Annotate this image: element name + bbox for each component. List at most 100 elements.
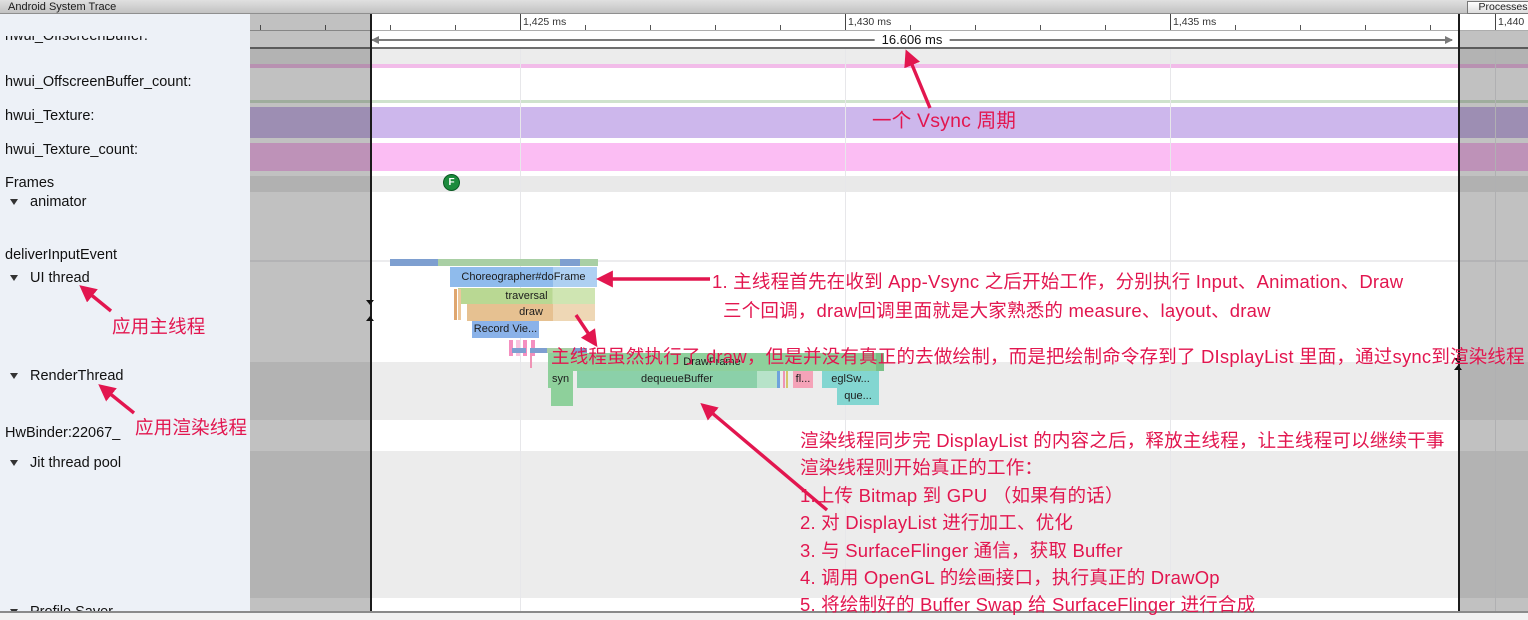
slice-choreographer-doframe[interactable]: Choreographer#doFrame	[450, 267, 597, 287]
ruler-minor-tick	[715, 25, 716, 30]
window-title: Android System Trace	[8, 1, 116, 13]
annotation-draw-note: 主线程虽然执行了 draw，但是并没有真正的去做绘制，而是把绘制命令存到了 DI…	[551, 343, 1525, 369]
collapse-triangle-icon[interactable]	[10, 275, 18, 281]
small-slice[interactable]	[551, 388, 573, 406]
sidebar-item-label: RenderThread	[30, 368, 124, 384]
ruler-minor-tick	[1235, 25, 1236, 30]
ruler-divider-heavy	[250, 47, 1528, 49]
ruler-minor-tick	[1365, 25, 1366, 30]
annotation-render-work-line: 5. 将绘制好的 Buffer Swap 给 SurfaceFlinger 进行…	[800, 591, 1255, 617]
sidebar-item-hwui-offscreenbuffer-[interactable]: hwui_OffscreenBuffer:	[0, 36, 250, 53]
ruler-tick-label: 1,440	[1498, 16, 1524, 28]
measurement-arrowhead-right	[1445, 36, 1453, 44]
measurement-duration-label: 16.606 ms	[875, 32, 950, 47]
ruler-tick-label: 1,435 ms	[1173, 16, 1216, 28]
sidebar-item-hwui-texture-count-[interactable]: hwui_Texture_count:	[0, 142, 250, 159]
ruler-divider	[250, 30, 1528, 31]
ui-thread-state-running[interactable]	[438, 259, 560, 266]
annotation-render-work-line: 3. 与 SurfaceFlinger 通信，获取 Buffer	[800, 537, 1123, 563]
ruler-major-tick	[1495, 14, 1496, 30]
ruler-minor-tick	[455, 25, 456, 30]
sidebar-item-label: animator	[30, 194, 86, 210]
renderthread-state[interactable]	[530, 348, 547, 353]
annotation-app-render-thread: 应用渲染线程	[135, 414, 247, 440]
slice-record-vie-[interactable]: Record Vie...	[472, 321, 539, 338]
slice-eglsw-[interactable]: eglSw...	[822, 371, 879, 388]
sidebar-item-animator[interactable]: animator	[0, 194, 250, 211]
sidebar-item-frames[interactable]: Frames	[0, 175, 250, 192]
small-slice[interactable]	[530, 353, 532, 368]
slice-que-[interactable]: que...	[837, 388, 879, 405]
ruler-major-tick	[845, 14, 846, 30]
renderthread-state[interactable]	[512, 348, 526, 353]
hwui-texture-count-counter	[250, 143, 1528, 171]
collapse-triangle-icon[interactable]	[10, 460, 18, 466]
hwui-offscreenbuffer-row	[250, 49, 1528, 64]
major-gridline	[1170, 49, 1171, 611]
outside-selection-overlay-left	[250, 14, 370, 611]
sidebar-item-renderthread[interactable]: RenderThread	[0, 368, 250, 385]
ruler-tick-label: 1,425 ms	[523, 16, 566, 28]
sidebar-item-label: UI thread	[30, 270, 90, 286]
sidebar-item-label: hwui_OffscreenBuffer:	[5, 36, 148, 44]
selection-grip-icon[interactable]	[366, 316, 374, 321]
ui-thread-state-runnable[interactable]	[390, 259, 438, 266]
frames-row	[250, 176, 1528, 192]
sidebar-item-label: hwui_Texture:	[5, 108, 94, 124]
ruler-minor-tick	[1300, 25, 1301, 30]
ruler-minor-tick	[390, 25, 391, 30]
sidebar-item-hwui-texture-[interactable]: hwui_Texture:	[0, 108, 250, 125]
ruler-tick-label: 1,430 ms	[848, 16, 891, 28]
ruler-minor-tick	[1430, 25, 1431, 30]
ruler-minor-tick	[780, 25, 781, 30]
annotation-main-thread-line1: 1. 主线程首先在收到 App-Vsync 之后开始工作，分别执行 Input、…	[712, 268, 1403, 294]
annotation-main-thread-line2: 三个回调，draw回调里面就是大家熟悉的 measure、layout、draw	[723, 297, 1271, 323]
selection-grip-icon[interactable]	[366, 300, 374, 305]
sidebar-item-deliverinputevent[interactable]: deliverInputEvent	[0, 247, 250, 264]
small-slice[interactable]	[786, 371, 788, 388]
small-slice[interactable]	[783, 371, 785, 388]
outside-selection-overlay-right	[1458, 31, 1528, 611]
window-bottom-strip	[0, 613, 1528, 620]
sidebar-item-jit-thread-pool[interactable]: Jit thread pool	[0, 455, 250, 472]
sidebar-item-label: Jit thread pool	[30, 455, 121, 471]
selection-boundary-right[interactable]	[1458, 14, 1460, 611]
frame-marker-icon[interactable]: F	[443, 174, 460, 191]
collapse-triangle-icon[interactable]	[10, 199, 18, 205]
ruler-minor-tick	[1040, 25, 1041, 30]
annotation-render-work-line: 4. 调用 OpenGL 的绘画接口，执行真正的 DrawOp	[800, 564, 1220, 590]
slice-draw[interactable]: draw	[467, 304, 595, 321]
sidebar-item-hwui-offscreenbuffer-count-[interactable]: hwui_OffscreenBuffer_count:	[0, 74, 250, 91]
ui-thread-state-runnable[interactable]	[560, 259, 580, 266]
slice-traversal[interactable]: traversal	[458, 288, 595, 304]
annotation-render-work-line: 渲染线程同步完 DisplayList 的内容之后，释放主线程，让主线程可以继续…	[800, 427, 1445, 453]
hwui-offscreenbuffer-counter	[250, 64, 1528, 68]
sidebar-item-label: HwBinder:22067_	[5, 425, 120, 441]
slice-dequeuebuffer[interactable]: dequeueBuffer	[577, 371, 777, 388]
ruler-minor-tick	[975, 25, 976, 30]
ruler-minor-tick	[910, 25, 911, 30]
slice-syn[interactable]: syn	[548, 371, 573, 388]
annotation-render-work-line: 2. 对 DisplayList 进行加工、优化	[800, 509, 1073, 535]
annotation-vsync-period: 一个 Vsync 周期	[872, 104, 1016, 133]
processes-button[interactable]: Processes	[1467, 1, 1528, 14]
annotation-render-work-line: 1.上传 Bitmap 到 GPU （如果有的话）	[800, 482, 1124, 508]
sidebar-item-label: hwui_OffscreenBuffer_count:	[5, 74, 191, 90]
title-bar: Android System Trace Processes	[0, 0, 1528, 14]
ui-thread-state-running[interactable]	[580, 259, 598, 266]
ruler-minor-tick	[585, 25, 586, 30]
hwui-offscreenbuffer-count-counter	[250, 100, 1528, 103]
sidebar-item-label: deliverInputEvent	[5, 247, 117, 263]
measurement-arrowhead-left	[371, 36, 379, 44]
slice-fl-[interactable]: fl...	[793, 371, 813, 388]
ruler-major-tick	[520, 14, 521, 30]
ruler-minor-tick	[650, 25, 651, 30]
sidebar-item-ui-thread[interactable]: UI thread	[0, 270, 250, 287]
small-slice[interactable]	[777, 371, 780, 388]
small-slice[interactable]	[458, 289, 461, 320]
android-system-trace-window: Android System Trace Processes hwui_Offs…	[0, 0, 1528, 620]
renderthread-row	[250, 362, 1528, 420]
small-slice[interactable]	[454, 289, 457, 320]
selection-boundary-left[interactable]	[370, 14, 372, 611]
collapse-triangle-icon[interactable]	[10, 373, 18, 379]
